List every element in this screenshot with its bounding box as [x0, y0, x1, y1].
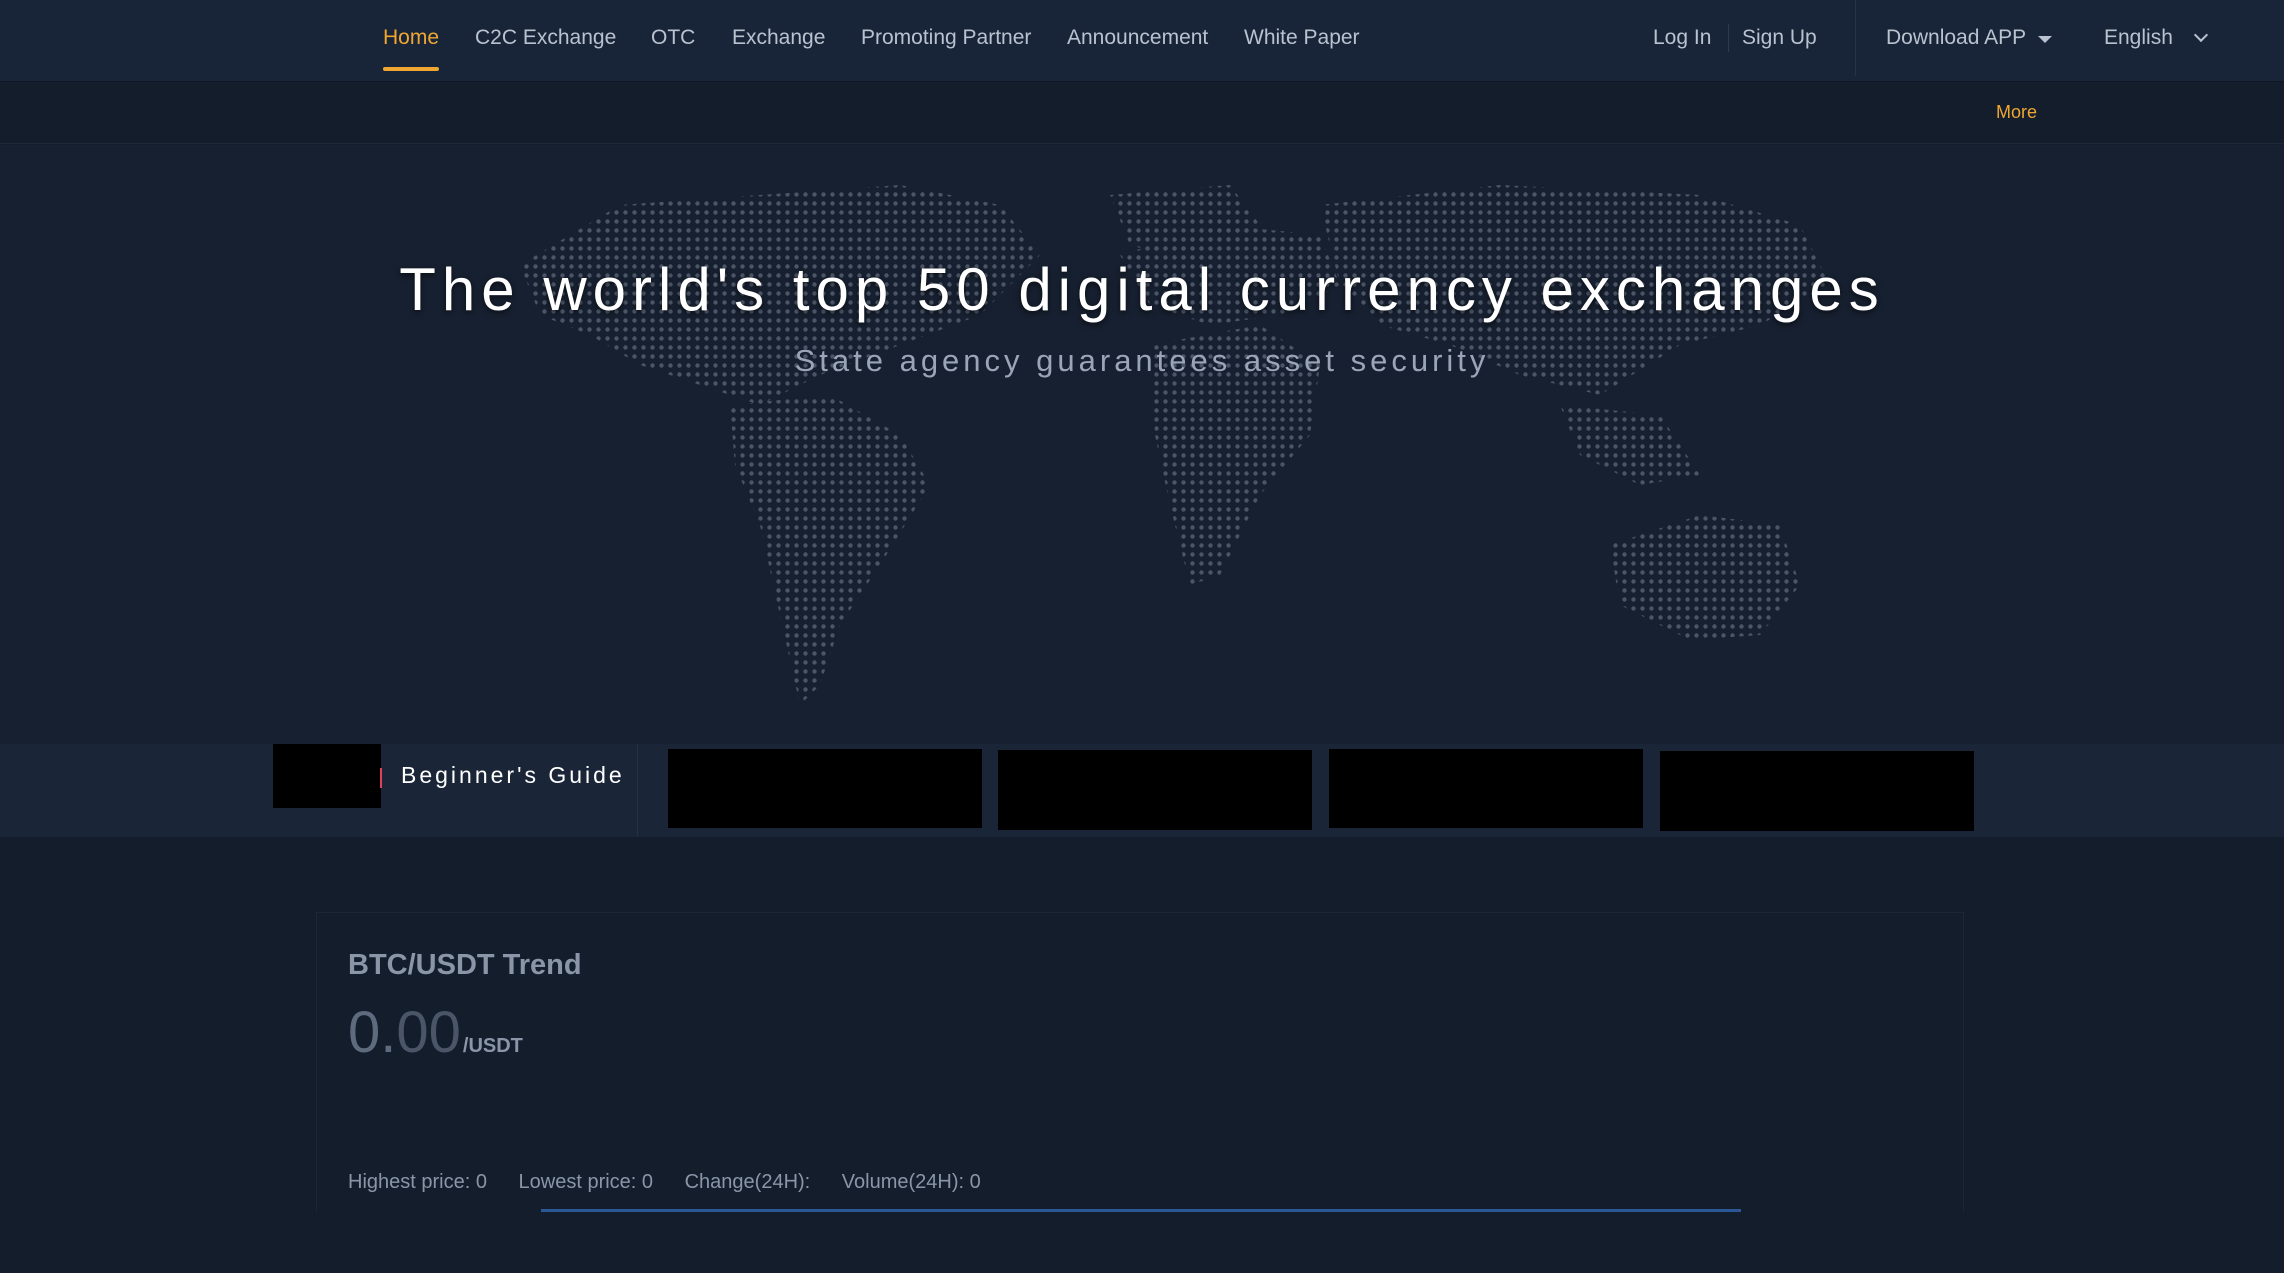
lowest-price: Lowest price: 0: [518, 1171, 654, 1193]
nav-announcement[interactable]: Announcement: [1067, 24, 1208, 52]
highest-price: Highest price: 0: [348, 1171, 487, 1193]
caret-down-icon: [2038, 36, 2052, 43]
top-navigation: Home C2C Exchange OTC Exchange Promoting…: [0, 0, 2284, 82]
nav-white-paper[interactable]: White Paper: [1244, 24, 1360, 52]
guide-divider: [637, 744, 638, 837]
trend-stats: Highest price: 0 Lowest price: 0 Change(…: [348, 1171, 1007, 1194]
notice-bar: More: [0, 82, 2284, 144]
nav-divider: [1855, 0, 1856, 76]
guide-card-2[interactable]: [998, 750, 1312, 830]
hero-title: The world's top 50 digital currency exch…: [399, 256, 1885, 323]
login-link[interactable]: Log In: [1653, 24, 1711, 52]
nav-c2c-exchange[interactable]: C2C Exchange: [475, 24, 616, 52]
guide-accent-mark: [380, 768, 382, 788]
change-24h: Change(24H):: [684, 1171, 811, 1193]
hero-subtitle: State agency guarantees asset security: [794, 343, 1490, 378]
guide-card-1[interactable]: [668, 749, 982, 828]
hero-banner: The world's top 50 digital currency exch…: [0, 145, 2284, 745]
trend-chart-line: [541, 1209, 1741, 1212]
btc-usdt-trend-panel: BTC/USDT Trend 0.00/USDT Highest price: …: [316, 912, 1964, 1212]
guide-card-3[interactable]: [1329, 749, 1643, 828]
price-decimal: 00: [396, 1000, 461, 1065]
nav-exchange[interactable]: Exchange: [732, 24, 825, 52]
trend-price: 0.00/USDT: [348, 999, 523, 1066]
nav-otc[interactable]: OTC: [651, 24, 695, 52]
world-map-graphic: [520, 185, 1830, 705]
volume-24h: Volume(24H): 0: [841, 1171, 981, 1193]
price-integer: 0.: [348, 1000, 397, 1065]
beginner-guide-strip: Beginner's Guide: [0, 744, 2284, 837]
guide-card-4[interactable]: [1660, 751, 1974, 831]
trend-title: BTC/USDT Trend: [348, 949, 582, 981]
nav-active-underline: [383, 67, 439, 71]
language-selector[interactable]: English: [2104, 24, 2173, 52]
nav-home[interactable]: Home: [383, 24, 439, 52]
guide-logo-image: [273, 744, 381, 808]
signup-link[interactable]: Sign Up: [1742, 24, 1817, 52]
download-app-button[interactable]: Download APP: [1886, 24, 2026, 52]
auth-separator: [1728, 24, 1729, 52]
more-link[interactable]: More: [1996, 102, 2037, 123]
price-unit: /USDT: [462, 1035, 523, 1057]
beginners-guide-label[interactable]: Beginner's Guide: [401, 762, 625, 789]
chevron-down-icon: [2193, 27, 2209, 43]
nav-promoting-partner[interactable]: Promoting Partner: [861, 24, 1031, 52]
